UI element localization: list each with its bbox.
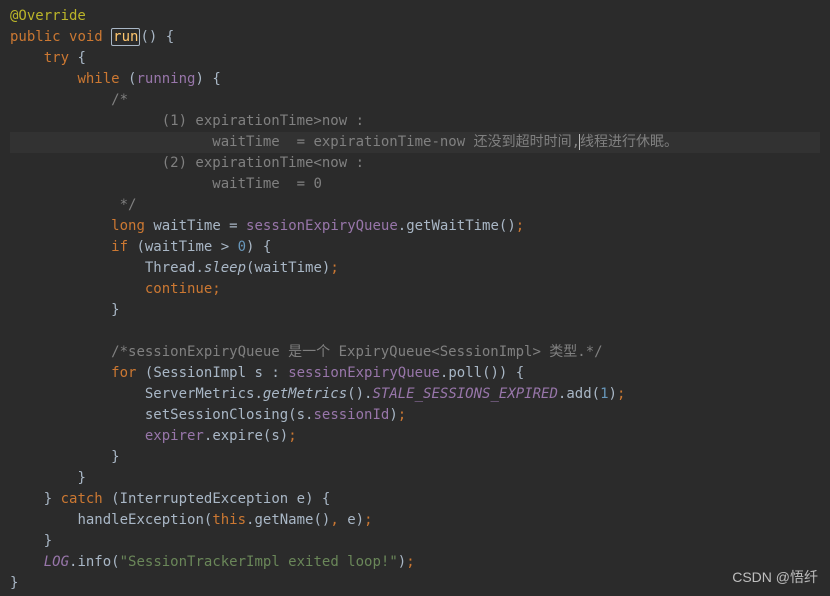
field-sessionExpiryQueue: sessionExpiryQueue <box>246 218 398 234</box>
brace: { <box>263 239 271 255</box>
var-s: s <box>297 407 305 423</box>
var-e: e <box>297 491 305 507</box>
op-eq: = <box>221 218 246 234</box>
method-run: run <box>111 28 140 46</box>
brace: } <box>44 491 52 507</box>
brace: } <box>10 575 18 591</box>
call-getMetrics: getMetrics <box>263 386 347 402</box>
comment-open: /* <box>111 92 128 108</box>
call-info: info <box>77 554 111 570</box>
call-getWaitTime: getWaitTime <box>406 218 499 234</box>
field-LOG: LOG <box>44 554 69 570</box>
kw-public: public <box>10 29 61 45</box>
comment-line: (1) expirationTime>now : <box>162 113 364 129</box>
var-waitTime: waitTime <box>254 260 321 276</box>
var-e: e <box>347 512 355 528</box>
brace: } <box>111 302 119 318</box>
semi: ; <box>516 218 524 234</box>
kw-void: void <box>69 29 103 45</box>
brace: } <box>44 533 52 549</box>
paren: ) <box>195 71 203 87</box>
kw-while: while <box>77 71 119 87</box>
semi: ; <box>330 260 338 276</box>
call-poll: poll <box>448 365 482 381</box>
kw-this: this <box>212 512 246 528</box>
var-waitTime: waitTime <box>153 218 220 234</box>
brace: { <box>77 50 85 66</box>
var-running: running <box>136 71 195 87</box>
kw-try: try <box>44 50 69 66</box>
semi: ; <box>288 428 296 444</box>
comment-line: (2) expirationTime<now : <box>162 155 364 171</box>
kw-if: if <box>111 239 128 255</box>
paren: () <box>140 29 157 45</box>
comment-sessionExpiry: /*sessionExpiryQueue 是一个 ExpiryQueue<Ses… <box>111 344 602 360</box>
op-gt: > <box>212 239 237 255</box>
var-s: s <box>254 365 262 381</box>
highlighted-line: waitTime = expirationTime-now 还没到超时时间,线程… <box>10 132 820 153</box>
watermark: CSDN @悟纤 <box>732 567 818 588</box>
comment-line: waitTime = 0 <box>212 176 322 192</box>
kw-continue: continue <box>145 281 212 297</box>
comma: , <box>330 512 338 528</box>
call-expire: expire <box>212 428 263 444</box>
semi: ; <box>364 512 372 528</box>
call-handleException: handleException <box>77 512 203 528</box>
brace: { <box>166 29 174 45</box>
brace: { <box>212 71 220 87</box>
call-add: add <box>566 386 591 402</box>
kw-catch: catch <box>61 491 103 507</box>
type-SessionImpl: SessionImpl <box>153 365 246 381</box>
var-s: s <box>271 428 279 444</box>
call-getName: getName <box>254 512 313 528</box>
comment-line: waitTime = expirationTime-now 还没到超时时间, <box>212 134 580 150</box>
num-zero: 0 <box>238 239 246 255</box>
kw-long: long <box>111 218 145 234</box>
const-stale: STALE_SESSIONS_EXPIRED <box>372 386 557 402</box>
var-waitTime: waitTime <box>145 239 212 255</box>
type-InterruptedException: InterruptedException <box>120 491 289 507</box>
field-sessionExpiryQueue: sessionExpiryQueue <box>288 365 440 381</box>
annotation-override: @Override <box>10 8 86 24</box>
kw-for: for <box>111 365 136 381</box>
brace: } <box>111 449 119 465</box>
semi: ; <box>617 386 625 402</box>
call-sleep: sleep <box>204 260 246 276</box>
brace: } <box>77 470 85 486</box>
semi: ; <box>398 407 406 423</box>
class-ServerMetrics: ServerMetrics <box>145 386 255 402</box>
comment-line: 线程进行休眠。 <box>580 134 678 150</box>
field-sessionId: sessionId <box>313 407 389 423</box>
class-Thread: Thread <box>145 260 196 276</box>
op-colon: : <box>263 365 288 381</box>
string-log-msg: "SessionTrackerImpl exited loop!" <box>120 554 398 570</box>
num-one: 1 <box>600 386 608 402</box>
brace: { <box>516 365 524 381</box>
call-setSessionClosing: setSessionClosing <box>145 407 288 423</box>
field-expirer: expirer <box>145 428 204 444</box>
code-editor[interactable]: @Override public void run() { try { whil… <box>10 6 820 594</box>
semi: ; <box>406 554 414 570</box>
semi: ; <box>212 281 220 297</box>
brace: { <box>322 491 330 507</box>
comment-close: */ <box>111 197 136 213</box>
